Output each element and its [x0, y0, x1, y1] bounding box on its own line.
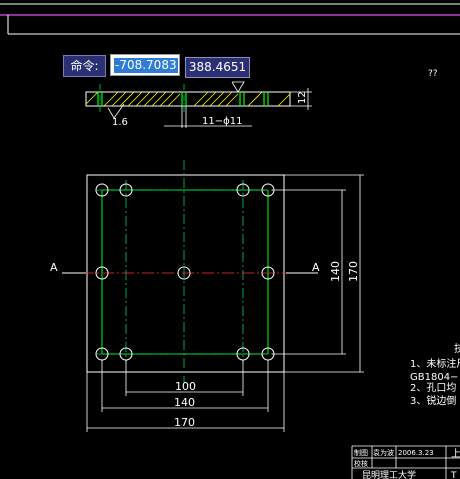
note-line-2: GB1804−	[410, 372, 458, 383]
title-block-drafter-name: 袁为波	[373, 448, 394, 457]
notes-heading: 技	[454, 342, 460, 355]
thickness-dimension: 12	[297, 91, 308, 104]
note-line-3: 2、孔口均	[410, 382, 456, 394]
section-marker-right: A	[312, 261, 320, 274]
roughness-label: 1.6	[112, 117, 128, 128]
dim-horizontal-100: 100	[175, 380, 196, 393]
command-prompt-label: 命令:	[63, 55, 106, 77]
title-block-date: 2006.3.23	[398, 449, 434, 457]
title-block-org: 昆明理工大学	[362, 469, 416, 479]
title-block-checker-label: 校核	[354, 459, 368, 468]
dim-vertical-140: 140	[329, 261, 342, 282]
dim-horizontal-170: 170	[174, 416, 195, 429]
section-marker-left: A	[50, 261, 58, 274]
title-block-right-bottom: T	[450, 471, 457, 479]
note-line-1: 1、未标注尺	[410, 357, 460, 370]
holes-note: 11−ϕ11	[202, 116, 242, 127]
dim-vertical-170: 170	[347, 261, 360, 282]
title-block-right-top: 上	[451, 448, 460, 460]
x-coordinate-value: -708.7083	[114, 58, 178, 73]
note-line-4: 3、锐边倒	[410, 394, 456, 407]
x-coordinate-input[interactable]: -708.7083	[110, 54, 180, 76]
title-block-drafter-label: 制图	[354, 448, 368, 457]
y-coordinate-input[interactable]: 388.4651	[185, 57, 250, 78]
dim-horizontal-140: 140	[174, 396, 195, 409]
plan-view	[62, 160, 364, 432]
question-marks: ??	[428, 69, 438, 79]
